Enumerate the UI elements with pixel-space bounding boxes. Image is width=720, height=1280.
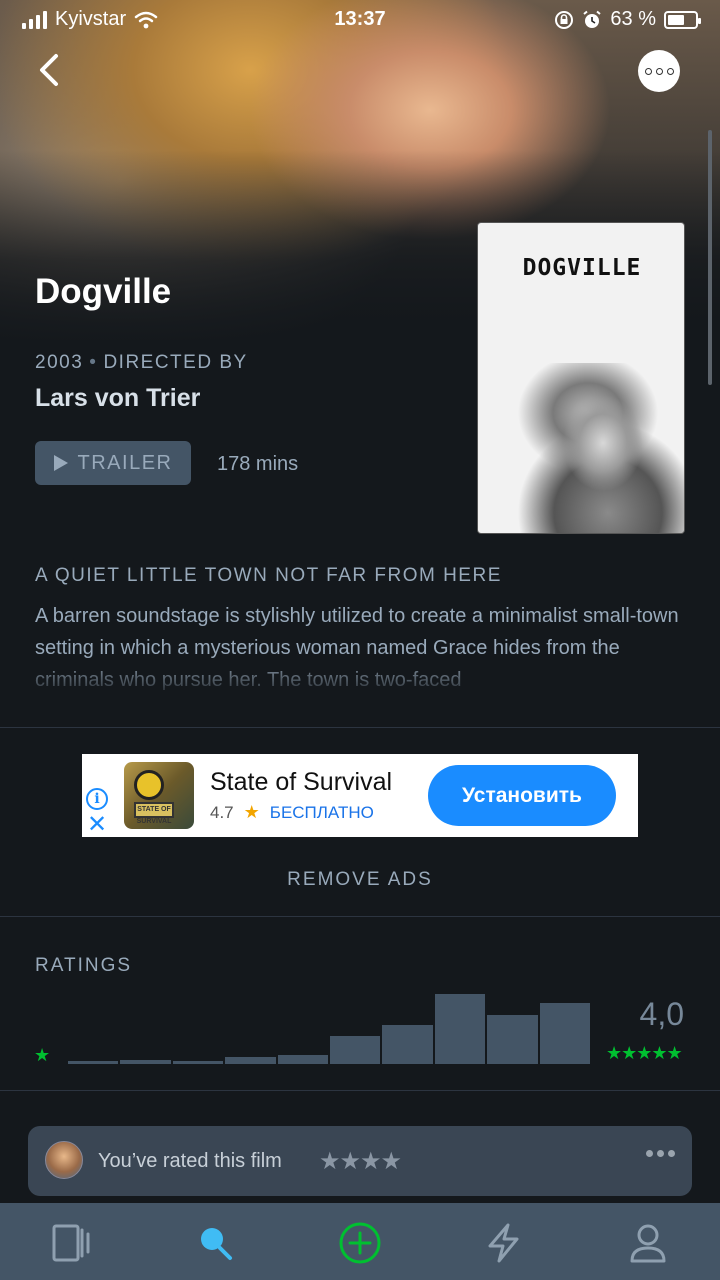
tab-profile[interactable] [626, 1221, 670, 1265]
your-rating-bar[interactable]: You’ve rated this film ★★★★ [28, 1126, 692, 1196]
ad-close-icon[interactable]: ✕ [86, 813, 108, 837]
your-rating-text: You’ve rated this film [98, 1150, 282, 1172]
star-icon: ★ [243, 802, 260, 822]
more-dot-icon [668, 1150, 675, 1157]
back-button[interactable] [30, 50, 70, 90]
film-poster[interactable]: DOGVILLE [477, 222, 685, 534]
rotation-lock-icon [555, 10, 574, 29]
poster-image [518, 363, 684, 533]
search-icon [201, 1228, 232, 1260]
poster-title: DOGVILLE [522, 255, 642, 281]
tagline: A QUIET LITTLE TOWN NOT FAR FROM HERE [35, 565, 502, 586]
more-dot-icon [644, 67, 652, 75]
tab-activity[interactable] [482, 1221, 526, 1265]
tab-bar [0, 1203, 720, 1280]
tab-add[interactable] [338, 1221, 382, 1265]
ratings-histogram[interactable] [68, 990, 590, 1064]
rating-high-stars-icon: ★★★★★ [606, 1043, 683, 1063]
histogram-bar[interactable] [434, 994, 486, 1064]
more-dot-icon [646, 1150, 653, 1157]
more-dot-icon [657, 1150, 664, 1157]
release-year[interactable]: 2003 [35, 352, 83, 373]
histogram-bar[interactable] [330, 1035, 381, 1064]
histogram-bar[interactable] [172, 1061, 224, 1064]
synopsis-fade [0, 656, 720, 700]
battery-percent: 63 % [610, 8, 656, 30]
tab-films[interactable] [50, 1221, 94, 1265]
add-icon [339, 1222, 381, 1264]
more-dot-icon [655, 67, 663, 75]
activity-icon [488, 1223, 519, 1263]
avatar [45, 1141, 83, 1179]
histogram-bar[interactable] [487, 1014, 538, 1064]
trailer-button[interactable]: TRAILER [35, 441, 191, 485]
alarm-icon [583, 10, 602, 28]
divider [0, 1090, 720, 1091]
film-title: Dogville [35, 272, 172, 311]
ad-icon-sign: STATE OF SURVIVAL [134, 802, 174, 825]
ad-banner[interactable]: i ✕ STATE OF SURVIVAL State of Survival … [82, 754, 638, 837]
histogram-bar[interactable] [120, 1059, 171, 1064]
films-icon [52, 1224, 90, 1262]
your-rating-more-button[interactable] [646, 1150, 675, 1157]
your-rating-stars: ★★★★ [319, 1148, 402, 1175]
play-icon [53, 455, 68, 471]
director-link[interactable]: Lars von Trier [35, 384, 200, 413]
ad-info-icon[interactable]: i [86, 788, 108, 810]
battery-icon [664, 10, 701, 29]
scrollbar[interactable] [708, 130, 712, 385]
directed-by-label: DIRECTED BY [103, 352, 248, 373]
ad-subtitle: 4.7 ★ БЕСПЛАТНО [210, 802, 374, 823]
remove-ads-link[interactable]: REMOVE ADS [0, 869, 720, 891]
ad-price: БЕСПЛАТНО [269, 802, 374, 822]
hazard-icon [134, 770, 164, 800]
rating-low-star-icon: ★ [34, 1045, 51, 1065]
more-dot-icon [666, 67, 674, 75]
ad-app-icon[interactable]: STATE OF SURVIVAL [124, 762, 194, 829]
runtime: 178 mins [217, 453, 299, 475]
ad-title[interactable]: State of Survival [210, 768, 392, 797]
divider [0, 916, 720, 917]
film-meta: 2003 • DIRECTED BY [35, 352, 248, 373]
histogram-bar[interactable] [382, 1025, 433, 1064]
trailer-label: TRAILER [77, 451, 173, 474]
divider [0, 727, 720, 728]
tab-search[interactable] [194, 1221, 238, 1265]
ad-install-button[interactable]: Установить [428, 765, 616, 826]
histogram-bar[interactable] [68, 1061, 119, 1064]
histogram-bar[interactable] [539, 1002, 590, 1064]
histogram-bar[interactable] [277, 1055, 328, 1064]
status-bar: Kyivstar 13:37 63 % [0, 0, 720, 38]
histogram-bar[interactable] [225, 1056, 276, 1064]
ratings-label: RATINGS [35, 955, 133, 976]
profile-icon [630, 1224, 666, 1263]
ad-rating: 4.7 [210, 802, 234, 822]
average-rating: 4,0 [639, 996, 684, 1032]
chevron-left-icon [40, 54, 58, 86]
more-options-button[interactable] [638, 50, 680, 92]
